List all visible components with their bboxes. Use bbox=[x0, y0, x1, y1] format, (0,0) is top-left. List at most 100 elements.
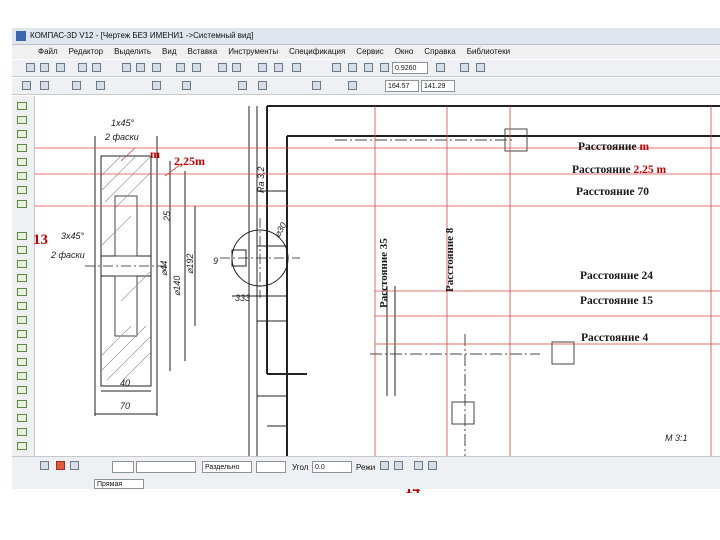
menu-specification[interactable]: Спецификация bbox=[289, 47, 345, 56]
stop-icon[interactable] bbox=[56, 461, 65, 470]
geometry-icon[interactable] bbox=[17, 102, 27, 110]
label-13: 13 bbox=[33, 232, 48, 248]
dist-m-annotation: Расстояние m bbox=[578, 141, 649, 153]
angle-field[interactable]: 0.0 bbox=[312, 461, 352, 473]
polygon-icon[interactable] bbox=[17, 330, 27, 338]
menu-tools[interactable]: Инструменты bbox=[228, 47, 278, 56]
round-icon[interactable] bbox=[348, 81, 357, 90]
coord-y-field[interactable]: 141.29 bbox=[421, 80, 455, 92]
print-icon[interactable] bbox=[78, 63, 87, 72]
segment-icon[interactable] bbox=[17, 260, 27, 268]
undo-icon[interactable] bbox=[218, 63, 227, 72]
designations-icon[interactable] bbox=[17, 130, 27, 138]
preview-icon[interactable] bbox=[92, 63, 101, 72]
zoom-out-icon[interactable] bbox=[348, 63, 357, 72]
dist-225m-value: 2.25 m bbox=[633, 164, 667, 176]
properties-icon[interactable] bbox=[176, 63, 185, 72]
pan-icon[interactable] bbox=[436, 63, 445, 72]
menu-libraries[interactable]: Библиотеки bbox=[467, 47, 510, 56]
angle-label: Угол bbox=[292, 463, 309, 472]
aux-line-icon[interactable] bbox=[17, 246, 27, 254]
pin-icon[interactable] bbox=[40, 461, 49, 470]
collection-icon[interactable] bbox=[17, 442, 27, 450]
dimensions-icon[interactable] bbox=[17, 116, 27, 124]
variables-icon[interactable] bbox=[274, 63, 283, 72]
mode-a-icon[interactable] bbox=[380, 461, 389, 470]
menu-file[interactable]: Файл bbox=[38, 47, 58, 56]
fillet-icon[interactable] bbox=[17, 386, 27, 394]
cut-icon[interactable] bbox=[122, 63, 131, 72]
hatch-icon[interactable] bbox=[17, 372, 27, 380]
title-bar: КОМПАС-3D V12 - [Чертеж БЕЗ ИМЕНИ1 ->Сис… bbox=[12, 28, 720, 45]
coord-x-field[interactable]: 164.57 bbox=[385, 80, 419, 92]
point-field[interactable] bbox=[112, 461, 134, 473]
dim-333-text: 333 bbox=[235, 293, 250, 303]
dim-d30-text: ⌀30 bbox=[272, 221, 288, 239]
open-icon[interactable] bbox=[40, 63, 49, 72]
menu-select[interactable]: Выделить bbox=[114, 47, 151, 56]
kompas-app-icon bbox=[16, 31, 26, 41]
layer-icon[interactable] bbox=[152, 81, 161, 90]
menu-insert[interactable]: Вставка bbox=[188, 47, 218, 56]
help-icon[interactable] bbox=[292, 63, 301, 72]
save-icon[interactable] bbox=[56, 63, 65, 72]
spline-icon[interactable] bbox=[17, 358, 27, 366]
point-icon[interactable] bbox=[17, 232, 27, 240]
manager-icon[interactable] bbox=[192, 63, 201, 72]
dim-25-text: 25 bbox=[162, 210, 172, 222]
grid-icon[interactable] bbox=[72, 81, 81, 90]
dist-8-annotation: Расстояние 8 bbox=[444, 227, 456, 292]
step-icon[interactable] bbox=[96, 81, 105, 90]
snap-icon[interactable] bbox=[40, 81, 49, 90]
mode-b-icon[interactable] bbox=[394, 461, 403, 470]
menu-service[interactable]: Сервис bbox=[356, 47, 383, 56]
library-icon[interactable] bbox=[258, 63, 267, 72]
chamfer-mid-note: 2 фаски bbox=[50, 250, 85, 260]
param-icon[interactable] bbox=[17, 158, 27, 166]
cursor-icon[interactable] bbox=[312, 81, 321, 90]
ellipse-icon[interactable] bbox=[17, 302, 27, 310]
spec-icon[interactable] bbox=[17, 200, 27, 208]
dim-70-text: 70 bbox=[120, 401, 130, 411]
zoom-window-icon[interactable] bbox=[364, 63, 373, 72]
measure-icon[interactable] bbox=[17, 172, 27, 180]
redo-icon[interactable] bbox=[232, 63, 241, 72]
menu-help[interactable]: Справка bbox=[424, 47, 455, 56]
compact-toolbar bbox=[12, 96, 35, 471]
layers-icon[interactable] bbox=[476, 63, 485, 72]
dist-m-value: m bbox=[639, 141, 650, 153]
state-icon[interactable] bbox=[22, 81, 31, 90]
properties-panel: Раздельно Угол 0.0 Режи Прямая bbox=[12, 456, 720, 489]
polyline-icon[interactable] bbox=[17, 344, 27, 352]
dist-4-annotation: Расстояние 4 bbox=[581, 332, 649, 344]
orto-icon[interactable] bbox=[182, 81, 191, 90]
zoom-all-icon[interactable] bbox=[380, 63, 389, 72]
point-value-field[interactable] bbox=[136, 461, 196, 473]
auto-create-icon[interactable] bbox=[70, 461, 79, 470]
edit-icon[interactable] bbox=[17, 144, 27, 152]
paste-icon[interactable] bbox=[152, 63, 161, 72]
copy-icon[interactable] bbox=[136, 63, 145, 72]
zoom-field[interactable]: 0.9260 bbox=[392, 62, 428, 74]
select-icon[interactable] bbox=[17, 186, 27, 194]
chamfer-icon[interactable] bbox=[17, 400, 27, 408]
new-document-icon[interactable] bbox=[26, 63, 35, 72]
snap-mode-icon[interactable] bbox=[258, 81, 267, 90]
mode-c-icon[interactable] bbox=[414, 461, 423, 470]
mode-extra-field[interactable] bbox=[256, 461, 286, 473]
menu-window[interactable]: Окно bbox=[395, 47, 414, 56]
tab-line[interactable]: Прямая bbox=[94, 479, 144, 489]
local-cs-icon[interactable] bbox=[238, 81, 247, 90]
menu-view[interactable]: Вид bbox=[162, 47, 176, 56]
mode-d-icon[interactable] bbox=[428, 461, 437, 470]
zoom-in-icon[interactable] bbox=[332, 63, 341, 72]
refresh-icon[interactable] bbox=[460, 63, 469, 72]
menu-edit[interactable]: Редактор bbox=[69, 47, 103, 56]
contour-icon[interactable] bbox=[17, 414, 27, 422]
circle-icon[interactable] bbox=[17, 274, 27, 282]
standard-toolbar: 0.9260 bbox=[12, 60, 720, 77]
rectangle-icon[interactable] bbox=[17, 316, 27, 324]
equidistant-icon[interactable] bbox=[17, 428, 27, 436]
mode-field[interactable]: Раздельно bbox=[202, 461, 252, 473]
arc-icon[interactable] bbox=[17, 288, 27, 296]
